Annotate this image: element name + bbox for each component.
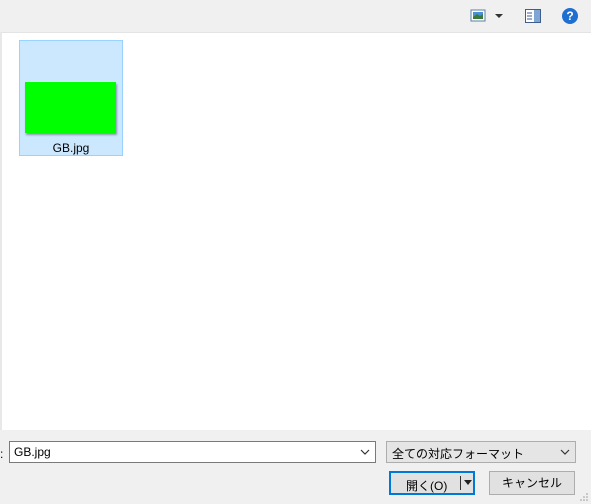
preview-pane-button[interactable] xyxy=(524,7,542,25)
file-list-pane[interactable]: GB.jpg xyxy=(0,32,591,430)
file-name-label: GB.jpg xyxy=(52,141,90,155)
split-divider xyxy=(460,476,461,490)
filename-combobox[interactable]: GB.jpg xyxy=(9,441,376,463)
file-tile[interactable]: GB.jpg xyxy=(19,40,123,156)
filename-label: : xyxy=(0,447,4,461)
preview-pane-icon xyxy=(525,9,541,23)
filetype-select[interactable]: 全ての対応フォーマット xyxy=(386,441,576,463)
view-options-icon xyxy=(470,9,503,22)
file-thumbnail xyxy=(25,82,116,133)
toolbar: ? xyxy=(0,0,591,32)
resize-grip-icon[interactable] xyxy=(579,492,589,502)
filename-value[interactable]: GB.jpg xyxy=(14,445,51,459)
open-button[interactable]: 開く(O) xyxy=(389,471,475,495)
cancel-button[interactable]: キャンセル xyxy=(489,471,575,495)
open-button-label: 開く(O) xyxy=(406,479,448,493)
chevron-down-icon[interactable] xyxy=(359,445,371,459)
open-options-dropdown-icon[interactable] xyxy=(463,479,473,487)
help-button[interactable]: ? xyxy=(561,7,579,25)
pane-divider xyxy=(0,32,2,430)
chevron-down-icon xyxy=(560,449,570,455)
filetype-value: 全ての対応フォーマット xyxy=(392,447,525,461)
view-options-button[interactable] xyxy=(470,7,508,25)
help-icon: ? xyxy=(562,8,578,24)
cancel-button-label: キャンセル xyxy=(501,476,562,490)
